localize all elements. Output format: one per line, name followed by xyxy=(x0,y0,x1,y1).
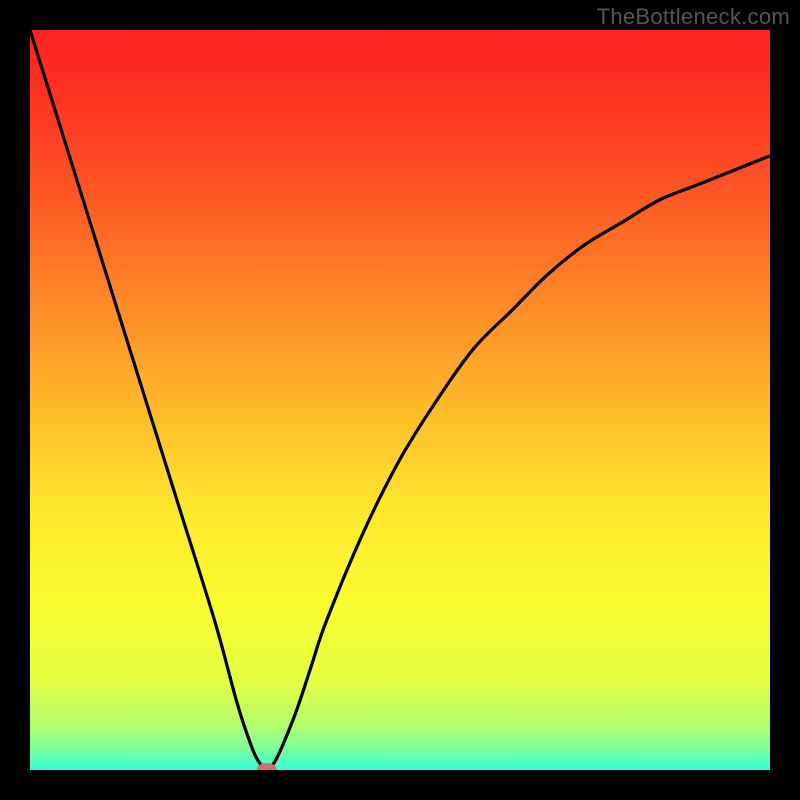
chart-frame: TheBottleneck.com xyxy=(0,0,800,800)
watermark-text: TheBottleneck.com xyxy=(597,4,790,30)
gradient-background xyxy=(30,30,770,770)
bottleneck-chart xyxy=(30,30,770,770)
plot-area xyxy=(30,30,770,770)
